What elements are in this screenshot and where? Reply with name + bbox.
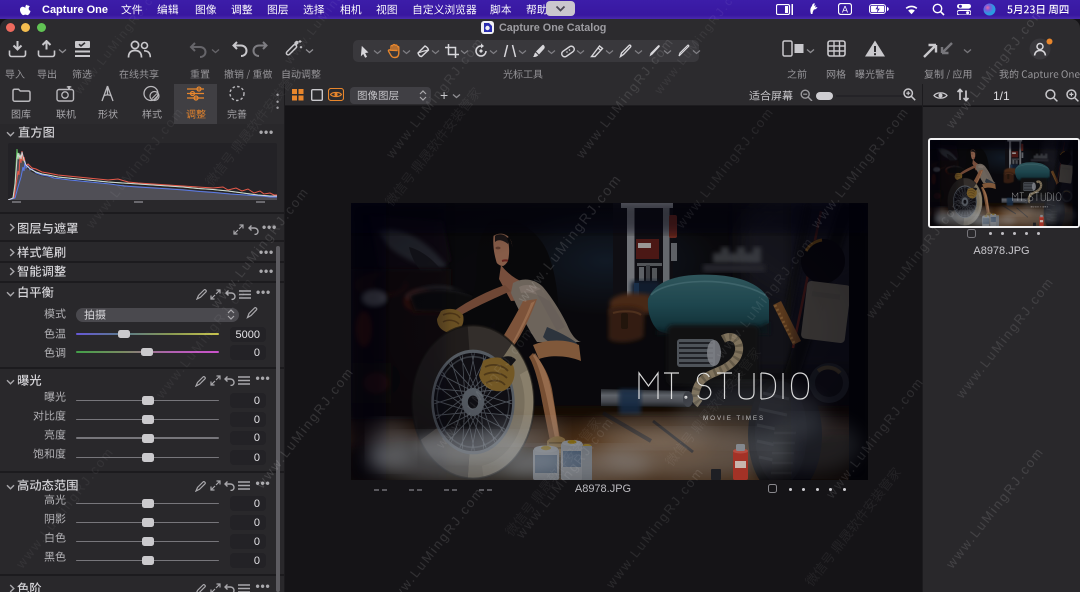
svg-text:A: A	[842, 5, 848, 15]
